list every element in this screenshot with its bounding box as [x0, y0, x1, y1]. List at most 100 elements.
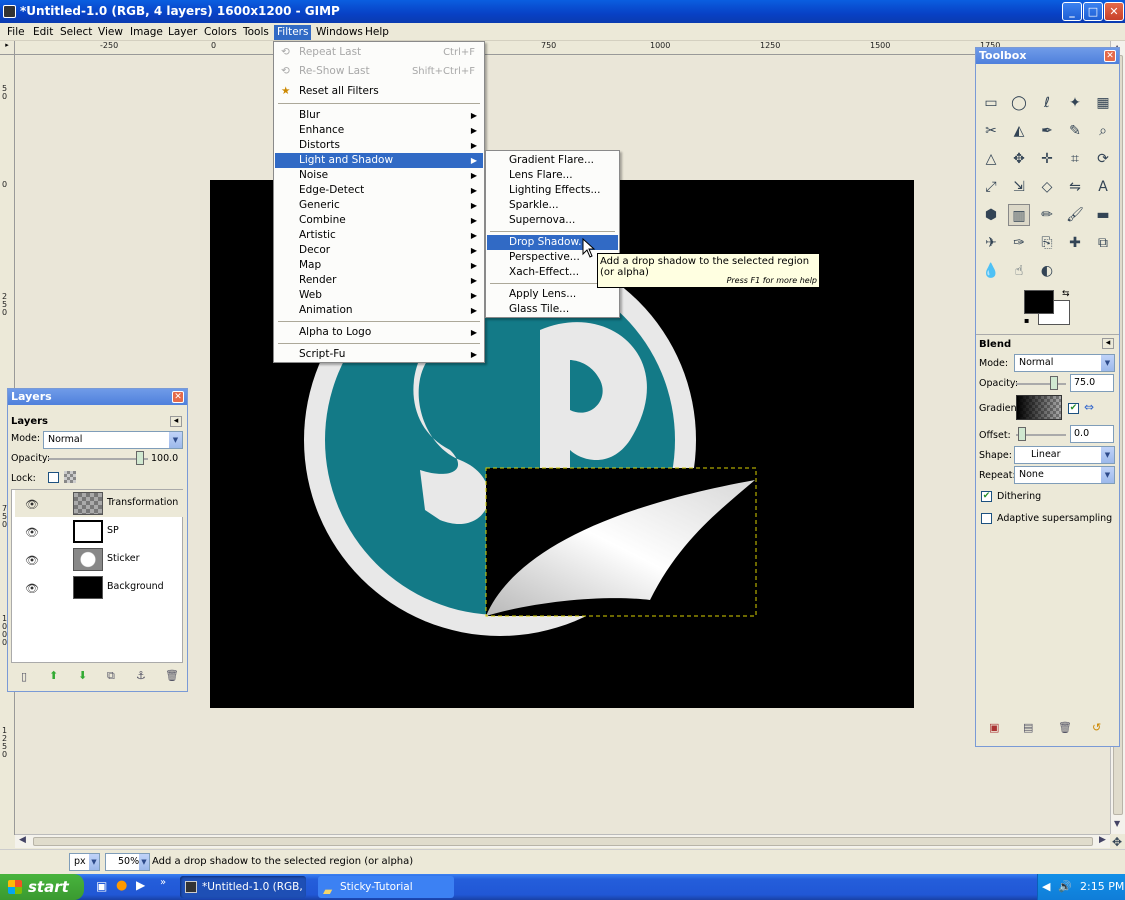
lock-alpha-icon[interactable] [64, 471, 76, 483]
crop-icon[interactable]: ⌗ [1064, 148, 1086, 170]
navigate-icon[interactable]: ✥ [1112, 835, 1122, 849]
menu-item-lighting-effects[interactable]: Lighting Effects... [487, 183, 618, 198]
scissors-icon[interactable]: ✂ [980, 120, 1002, 142]
menu-help[interactable]: Help [362, 25, 392, 40]
raise-layer-icon[interactable]: ⬆ [49, 669, 58, 682]
menu-item-enhance[interactable]: Enhance ▶ [275, 123, 483, 138]
clone-icon[interactable]: ⎘ [1036, 232, 1058, 254]
menu-edit[interactable]: Edit [30, 25, 56, 40]
layers-dock-title[interactable]: Layers ✕ [8, 389, 187, 405]
dodge-burn-icon[interactable]: ◐ [1036, 260, 1058, 282]
reset-options-icon[interactable]: ↺ [1092, 721, 1101, 734]
blend-opacity-handle[interactable] [1050, 376, 1058, 390]
menu-item-combine[interactable]: Combine ▶ [275, 213, 483, 228]
menu-item-gradient-flare[interactable]: Gradient Flare... [487, 153, 618, 168]
menu-item-animation[interactable]: Animation ▶ [275, 303, 483, 318]
menu-item-generic[interactable]: Generic ▶ [275, 198, 483, 213]
foreground-select-icon[interactable]: ◭ [1008, 120, 1030, 142]
scroll-right-arrow-icon[interactable]: ▶ [1099, 835, 1106, 845]
blur-icon[interactable]: 💧 [980, 260, 1002, 282]
perspective-clone-icon[interactable]: ⧉ [1092, 232, 1114, 254]
menu-image[interactable]: Image [127, 25, 166, 40]
show-desktop-icon[interactable]: ▣ [96, 879, 107, 893]
quick-launch-more-icon[interactable]: » [160, 877, 166, 888]
menu-item-noise[interactable]: Noise ▶ [275, 168, 483, 183]
menu-item-drop-shadow[interactable]: Drop Shadow... [487, 235, 618, 250]
airbrush-icon[interactable]: ✈ [980, 232, 1002, 254]
bucket-fill-icon[interactable]: ⬢ [980, 204, 1002, 226]
anchor-layer-icon[interactable]: ⚓ [136, 669, 146, 682]
close-icon[interactable]: ✕ [1104, 50, 1116, 62]
measure-icon[interactable]: △ [980, 148, 1002, 170]
heal-icon[interactable]: ✚ [1064, 232, 1086, 254]
duplicate-layer-icon[interactable]: ⧉ [107, 669, 115, 683]
new-layer-icon[interactable]: ▯ [21, 670, 27, 683]
color-picker-icon[interactable]: ✎ [1064, 120, 1086, 142]
tray-expand-icon[interactable]: ◀ [1042, 874, 1050, 900]
menu-item-lens-flare[interactable]: Lens Flare... [487, 168, 618, 183]
menu-item-decor[interactable]: Decor ▶ [275, 243, 483, 258]
menu-item-artistic[interactable]: Artistic ▶ [275, 228, 483, 243]
horizontal-scroll-thumb[interactable] [33, 837, 1093, 846]
taskbar-item-sticky-tutorial[interactable]: ▰ Sticky-Tutorial [318, 876, 454, 898]
taskbar-item-gimp[interactable]: *Untitled-1.0 (RGB, 4... [180, 876, 306, 898]
reverse-gradient-icon[interactable]: ⇔ [1084, 400, 1094, 414]
menu-item-apply-lens[interactable]: Apply Lens... [487, 287, 618, 302]
menu-view[interactable]: View [95, 25, 126, 40]
layer-row-sticker[interactable]: 👁 Sticker [15, 546, 185, 573]
dithering-checkbox[interactable]: ✔ [981, 491, 992, 502]
layer-row-sp[interactable]: 👁 SP [15, 518, 185, 545]
restore-options-icon[interactable]: ▤ [1023, 721, 1033, 734]
menu-windows[interactable]: Windows [313, 25, 366, 40]
free-select-icon[interactable]: ℓ [1036, 92, 1058, 114]
menu-filters[interactable]: Filters [274, 25, 312, 40]
flip-icon[interactable]: ⇋ [1064, 176, 1086, 198]
media-player-icon[interactable]: ▶ [136, 878, 145, 892]
menu-item-edge-detect[interactable]: Edge-Detect ▶ [275, 183, 483, 198]
menu-item-reset-all-filters[interactable]: ★ Reset all Filters [275, 84, 483, 99]
menu-item-blur[interactable]: Blur ▶ [275, 108, 483, 123]
eye-icon[interactable]: 👁 [25, 582, 39, 595]
menu-item-sparkle[interactable]: Sparkle... [487, 198, 618, 213]
volume-icon[interactable]: 🔊 [1058, 874, 1072, 900]
save-options-icon[interactable]: ▣ [989, 721, 999, 734]
lower-layer-icon[interactable]: ⬇ [78, 669, 87, 682]
layer-row-transformation[interactable]: 👁 Transformation [15, 490, 185, 517]
perspective-icon[interactable]: ◇ [1036, 176, 1058, 198]
horizontal-scrollbar[interactable]: ◀ ▶ [15, 834, 1110, 848]
layers-opacity-slider[interactable] [48, 458, 148, 460]
gradient-reverse-checkbox[interactable]: ✔ [1068, 403, 1079, 414]
shape-select[interactable]: Linear ▼ [1014, 446, 1115, 464]
menu-select[interactable]: Select [57, 25, 95, 40]
menu-file[interactable]: File [4, 25, 28, 40]
scroll-left-arrow-icon[interactable]: ◀ [19, 835, 26, 845]
maximize-button[interactable]: □ [1083, 2, 1103, 21]
menu-layer[interactable]: Layer [165, 25, 200, 40]
tab-menu-icon[interactable]: ◂ [1102, 338, 1114, 349]
default-colors-icon[interactable]: ▪ [1024, 316, 1029, 325]
paths-icon[interactable]: ✒ [1036, 120, 1058, 142]
zoom-icon[interactable]: ⌕ [1092, 120, 1114, 142]
menu-item-light-and-shadow[interactable]: Light and Shadow ▶ [275, 153, 483, 168]
ruler-corner[interactable]: ▸ [0, 41, 15, 55]
ruler-horizontal[interactable]: -250 0 750 1000 1250 1500 1750 [15, 41, 1110, 55]
eye-icon[interactable]: 👁 [25, 526, 39, 539]
eye-icon[interactable]: 👁 [25, 554, 39, 567]
offset-handle[interactable] [1018, 427, 1026, 441]
blend-mode-select[interactable]: Normal ▼ [1014, 354, 1115, 372]
eraser-icon[interactable]: ▬ [1092, 204, 1114, 226]
start-button[interactable]: start [0, 874, 84, 900]
blend-icon[interactable]: ▥ [1008, 204, 1030, 226]
layers-opacity-value[interactable]: 100.0 [151, 453, 178, 464]
delete-layer-icon[interactable]: 🗑 [165, 669, 179, 682]
blend-opacity-field[interactable]: 75.0 [1070, 374, 1114, 392]
ellipse-select-icon[interactable]: ◯ [1008, 92, 1030, 114]
menu-item-reshow-last[interactable]: ⟲ Re-Show Last Shift+Ctrl+F [275, 64, 483, 79]
menu-item-alpha-to-logo[interactable]: Alpha to Logo ▶ [275, 325, 483, 340]
adaptive-supersampling-checkbox[interactable] [981, 513, 992, 524]
repeat-select[interactable]: None ▼ [1014, 466, 1115, 484]
menu-item-supernova[interactable]: Supernova... [487, 213, 618, 228]
pencil-icon[interactable]: ✏ [1036, 204, 1058, 226]
rect-select-icon[interactable]: ▭ [980, 92, 1002, 114]
toolbox-title[interactable]: Toolbox ✕ [976, 48, 1119, 64]
